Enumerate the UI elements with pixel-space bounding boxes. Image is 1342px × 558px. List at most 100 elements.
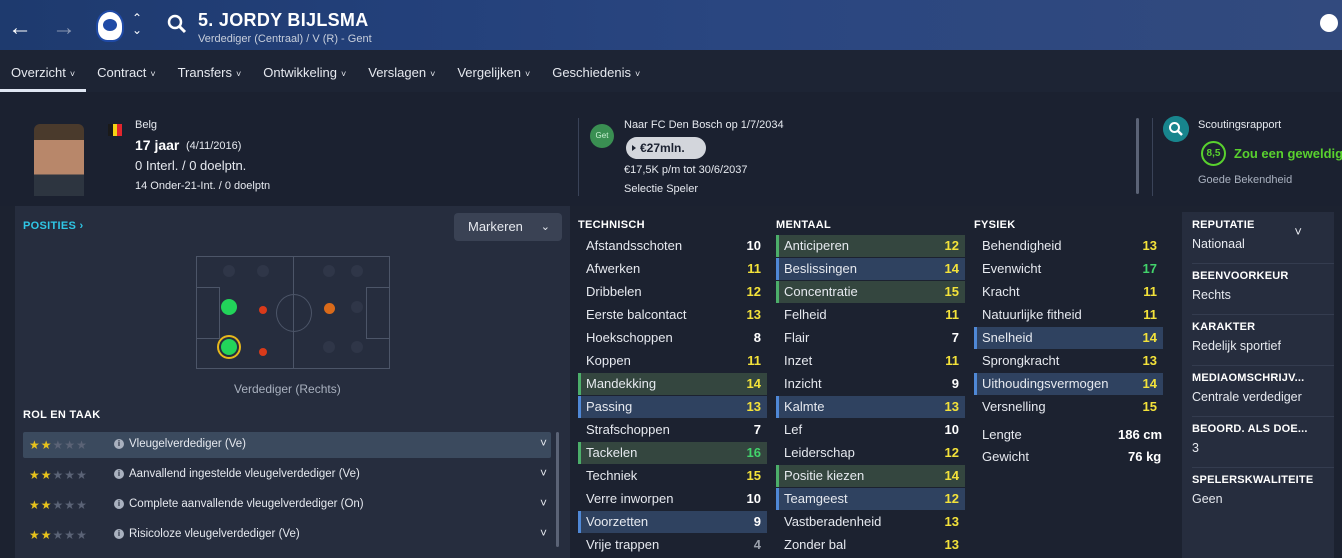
attribute-name: Leiderschap xyxy=(784,445,855,460)
attribute-vrije-trappen: Vrije trappen 4 xyxy=(578,534,767,556)
attribute-value: 7 xyxy=(951,330,959,345)
search-icon[interactable] xyxy=(167,14,187,34)
attribute-zonder-bal: Zonder bal 13 xyxy=(776,534,965,556)
weight-label: Gewicht xyxy=(982,449,1029,464)
attribute-value: 15 xyxy=(944,284,959,299)
attribute-beslissingen: Beslissingen 14 xyxy=(776,258,965,280)
role-row[interactable]: ★★★★★ i Risicoloze vleugelverdediger (Ve) ˅ xyxy=(23,522,551,548)
club-logo[interactable] xyxy=(96,10,124,42)
role-row[interactable]: ★★★★★ i Complete aanvallende vleugelverded… xyxy=(23,492,551,518)
attribute-uithoudingsvermogen: Uithoudingsvermogen 14 xyxy=(974,373,1163,395)
tab-label: Ontwikkeling xyxy=(263,65,337,80)
attribute-name: Afstandsschoten xyxy=(586,238,683,253)
attribute-eerste-balcontact: Eerste balcontact 13 xyxy=(578,304,767,326)
attribute-value: 9 xyxy=(753,514,761,529)
player-switch-icon[interactable]: ⌃ ⌄ xyxy=(132,12,142,36)
attribute-behendigheid: Behendigheid 13 xyxy=(974,235,1163,257)
sidebar-value: Geen xyxy=(1192,492,1223,506)
empty-position-dot xyxy=(351,265,363,277)
loan-status-badge: Get xyxy=(590,124,614,148)
tab-verslagen[interactable]: Verslagen ˅ xyxy=(357,58,446,92)
info-icon[interactable]: i xyxy=(114,469,124,479)
tab-contract[interactable]: Contract ˅ xyxy=(86,58,166,92)
scouting-knowledge: Goede Bekendheid xyxy=(1198,174,1293,186)
info-icon[interactable]: i xyxy=(114,499,124,509)
attribute-name: Afwerken xyxy=(586,261,641,276)
attribute-value: 13 xyxy=(944,514,959,529)
role-row[interactable]: ★★★★★ i Aanvallend ingestelde vleugelverde… xyxy=(23,462,551,488)
position-caption: Verdediger (Rechts) xyxy=(234,382,341,396)
attribute-value: 11 xyxy=(747,261,761,276)
transfer-info: Naar FC Den Bosch op 1/7/2034 xyxy=(624,119,784,131)
chevron-down-icon[interactable]: ˅ xyxy=(540,466,547,480)
attribute-name: Tackelen xyxy=(586,445,638,460)
empty-position-dot xyxy=(351,301,363,313)
attribute-value: 12 xyxy=(944,491,959,506)
penalty-box-left xyxy=(196,287,220,339)
scouting-recommendation: Zou een geweldige xyxy=(1234,146,1342,161)
attribute-name: Felheid xyxy=(784,307,827,322)
position-dot xyxy=(221,299,237,315)
attribute-name: Natuurlijke fitheid xyxy=(982,307,1082,322)
info-icon[interactable]: i xyxy=(114,529,124,539)
attribute-name: Concentratie xyxy=(784,284,858,299)
attribute-tackelen: Tackelen 16 xyxy=(578,442,767,464)
scouting-search-icon[interactable] xyxy=(1163,116,1189,142)
attribute-value: 10 xyxy=(746,491,761,506)
chevron-down-icon[interactable]: ˅ xyxy=(540,526,547,540)
tab-geschiedenis[interactable]: Geschiedenis ˅ xyxy=(541,58,651,92)
roles-scrollbar[interactable] xyxy=(556,432,559,547)
globe-icon[interactable] xyxy=(1320,14,1338,32)
positions-link[interactable]: POSITIES › xyxy=(23,220,83,232)
attribute-name: Anticiperen xyxy=(784,238,850,253)
chevron-down-icon[interactable]: ˅ xyxy=(540,436,547,450)
attribute-inzicht: Inzicht 9 xyxy=(776,373,965,395)
attribute-name: Mandekking xyxy=(586,376,657,391)
scouting-rating: 8,5 xyxy=(1201,141,1226,166)
attribute-name: Verre inworpen xyxy=(586,491,674,506)
role-stars: ★★★★★ xyxy=(29,468,88,482)
role-row[interactable]: ★★★★★ i Vleugelverdediger (Ve) ˅ xyxy=(23,432,551,458)
attribute-name: Passing xyxy=(586,399,633,414)
attribute-value: 14 xyxy=(746,376,761,391)
length-label: Lengte xyxy=(982,427,1022,442)
attribute-anticiperen: Anticiperen 12 xyxy=(776,235,965,257)
empty-position-dot xyxy=(351,341,363,353)
attribute-techniek: Techniek 15 xyxy=(578,465,767,487)
sidebar-label: SPELERSKWALITEITE xyxy=(1192,474,1314,486)
chevron-down-icon[interactable]: ˅ xyxy=(1294,224,1302,239)
role-name: Vleugelverdediger (Ve) xyxy=(129,438,246,450)
chevron-down-icon[interactable]: ˅ xyxy=(540,496,547,510)
sidebar-label: REPUTATIE xyxy=(1192,219,1255,231)
attribute-name: Beslissingen xyxy=(784,261,857,276)
sidebar-separator xyxy=(1192,263,1334,264)
attribute-concentratie: Concentratie 15 xyxy=(776,281,965,303)
tab-ontwikkeling[interactable]: Ontwikkeling ˅ xyxy=(252,58,357,92)
sidebar-value: Nationaal xyxy=(1192,237,1245,251)
attribute-value: 15 xyxy=(746,468,761,483)
attribute-value: 16 xyxy=(746,445,761,460)
chevron-down-icon: ˅ xyxy=(430,69,436,79)
player-subtitle: Verdediger (Centraal) / V (R) - Gent xyxy=(198,33,372,45)
tab-transfers[interactable]: Transfers ˅ xyxy=(167,58,253,92)
arrow-right-icon[interactable]: → xyxy=(52,14,76,42)
mark-dropdown[interactable]: Markeren ⌄ xyxy=(454,213,562,241)
tab-vergelijken[interactable]: Vergelijken ˅ xyxy=(446,58,541,92)
tab-label: Contract xyxy=(97,65,147,80)
player-details-sidebar: REPUTATIE Nationaal ˅ BEENVOORKEUR Rechts KAR… xyxy=(1182,212,1334,558)
arrow-left-icon[interactable]: ← xyxy=(8,14,32,42)
attribute-name: Evenwicht xyxy=(982,261,1042,276)
role-name: Aanvallend ingestelde vleugelverdediger … xyxy=(129,468,360,480)
attribute-felheid: Felheid 11 xyxy=(776,304,965,326)
scouting-report-title[interactable]: Scoutingsrapport xyxy=(1198,119,1281,131)
scrollbar[interactable] xyxy=(1136,118,1139,194)
value-button[interactable]: €27mln. xyxy=(626,137,706,159)
empty-position-dot xyxy=(223,265,235,277)
chevron-down-icon: ˅ xyxy=(634,69,641,79)
tab-overzicht[interactable]: Overzicht ˅ xyxy=(0,58,87,92)
attribute-value: 15 xyxy=(1142,399,1157,414)
attribute-versnelling: Versnelling 15 xyxy=(974,396,1163,418)
info-icon[interactable]: i xyxy=(114,439,124,449)
sidebar-label: BEOORD. ALS DOE... xyxy=(1192,423,1308,435)
attribute-name: Inzicht xyxy=(784,376,822,391)
